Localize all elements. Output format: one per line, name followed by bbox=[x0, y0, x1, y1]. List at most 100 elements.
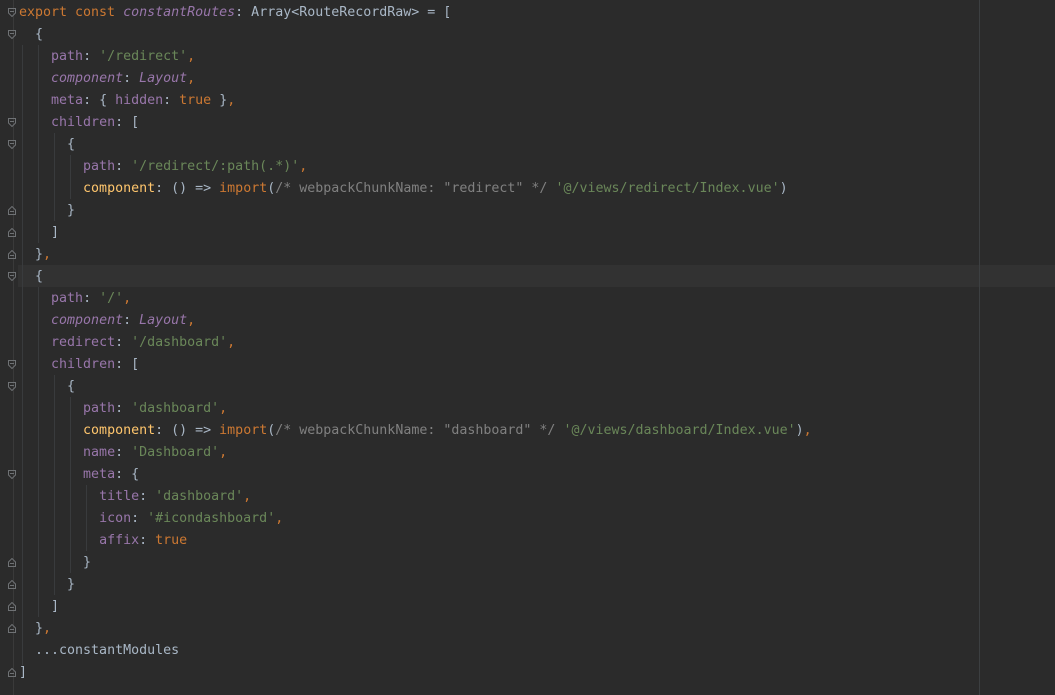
code-line-24[interactable]: icon: '#icondashboard', bbox=[19, 508, 283, 530]
type-annotation: : Array<RouteRecordRaw> = [ bbox=[235, 5, 452, 20]
gutter-separator bbox=[13, 0, 14, 695]
brace: { bbox=[67, 137, 76, 152]
boolean-value: true bbox=[179, 93, 212, 108]
string-value: 'dashboard' bbox=[155, 489, 244, 504]
fold-marker-icon[interactable] bbox=[8, 140, 16, 149]
fold-marker-icon[interactable] bbox=[8, 470, 16, 479]
code-line-21[interactable]: name: 'Dashboard', bbox=[19, 442, 227, 464]
property-key: redirect bbox=[51, 335, 116, 350]
code-line-15[interactable]: component: Layout, bbox=[19, 310, 195, 332]
code-line-29[interactable]: }, bbox=[19, 618, 51, 640]
code-line-12[interactable]: }, bbox=[19, 244, 51, 266]
code-line-1[interactable]: export const constantRoutes: Array<Route… bbox=[19, 2, 451, 24]
import-keyword: import bbox=[219, 423, 268, 438]
fold-marker-icon[interactable] bbox=[8, 206, 16, 215]
code-line-30[interactable]: ...constantModules bbox=[19, 640, 179, 662]
code-editor[interactable]: export const constantRoutes: Array<Route… bbox=[0, 0, 1055, 695]
bracket: ] bbox=[51, 599, 60, 614]
code-line-8[interactable]: path: '/redirect/:path(.*)', bbox=[19, 156, 307, 178]
string-value: '/' bbox=[99, 291, 124, 306]
string-value: '#icondashboard' bbox=[147, 511, 276, 526]
fold-marker-icon[interactable] bbox=[8, 360, 16, 369]
code-line-5[interactable]: meta: { hidden: true }, bbox=[19, 90, 235, 112]
property-key: children bbox=[51, 357, 116, 372]
code-line-6[interactable]: children: [ bbox=[19, 112, 139, 134]
code-line-25[interactable]: affix: true bbox=[19, 530, 187, 552]
fold-marker-icon[interactable] bbox=[8, 668, 16, 677]
fold-marker-icon[interactable] bbox=[8, 8, 16, 17]
arrow-function: () => bbox=[171, 181, 212, 196]
identifier-value: Layout bbox=[139, 313, 188, 328]
code-line-22[interactable]: meta: { bbox=[19, 464, 139, 486]
brace: } bbox=[35, 247, 44, 262]
boolean-value: true bbox=[155, 533, 188, 548]
current-line-highlight bbox=[0, 265, 1055, 287]
bracket: ] bbox=[19, 665, 28, 680]
spread-expression: ...constantModules bbox=[35, 643, 180, 658]
property-key: children bbox=[51, 115, 116, 130]
right-margin-guide bbox=[979, 0, 980, 695]
string-value: '@/views/redirect/Index.vue' bbox=[555, 181, 780, 196]
arrow-function: () => bbox=[171, 423, 212, 438]
code-line-17[interactable]: children: [ bbox=[19, 354, 139, 376]
code-line-20[interactable]: component: () => import(/* webpackChunkN… bbox=[19, 420, 812, 442]
fold-marker-icon[interactable] bbox=[8, 250, 16, 259]
property-key: hidden bbox=[115, 93, 164, 108]
brace: } bbox=[83, 555, 92, 570]
property-key: title bbox=[99, 489, 140, 504]
property-key: component bbox=[51, 313, 124, 328]
string-value: 'Dashboard' bbox=[131, 445, 220, 460]
string-value: '/dashboard' bbox=[131, 335, 228, 350]
fold-marker-icon[interactable] bbox=[8, 118, 16, 127]
fold-marker-icon[interactable] bbox=[8, 580, 16, 589]
fold-marker-icon[interactable] bbox=[8, 602, 16, 611]
code-line-9[interactable]: component: () => import(/* webpackChunkN… bbox=[19, 178, 788, 200]
brace: } bbox=[35, 621, 44, 636]
property-key: meta bbox=[51, 93, 84, 108]
property-key: meta bbox=[83, 467, 116, 482]
property-key: path bbox=[83, 401, 116, 416]
code-line-19[interactable]: path: 'dashboard', bbox=[19, 398, 227, 420]
code-line-3[interactable]: path: '/redirect', bbox=[19, 46, 195, 68]
fold-marker-icon[interactable] bbox=[8, 272, 16, 281]
code-line-16[interactable]: redirect: '/dashboard', bbox=[19, 332, 235, 354]
variable-name: constantRoutes bbox=[123, 5, 236, 20]
comment: /* webpackChunkName: "redirect" */ bbox=[275, 181, 548, 196]
code-line-23[interactable]: title: 'dashboard', bbox=[19, 486, 251, 508]
fold-marker-icon[interactable] bbox=[8, 624, 16, 633]
property-key: path bbox=[51, 291, 84, 306]
fold-marker-icon[interactable] bbox=[8, 382, 16, 391]
string-value: '@/views/dashboard/Index.vue' bbox=[563, 423, 796, 438]
property-key: component bbox=[83, 423, 156, 438]
brace: } bbox=[67, 577, 76, 592]
code-line-26[interactable]: } bbox=[19, 552, 91, 574]
property-key: name bbox=[83, 445, 116, 460]
string-value: '/redirect/:path(.*)' bbox=[131, 159, 300, 174]
code-line-31[interactable]: ] bbox=[19, 662, 27, 684]
bracket: [ bbox=[131, 357, 140, 372]
editor-gutter bbox=[0, 0, 18, 695]
fold-marker-icon[interactable] bbox=[8, 558, 16, 567]
brace: { bbox=[131, 467, 140, 482]
import-keyword: import bbox=[219, 181, 268, 196]
code-line-18[interactable]: { bbox=[19, 376, 75, 398]
code-line-27[interactable]: } bbox=[19, 574, 75, 596]
identifier-value: Layout bbox=[139, 71, 188, 86]
code-line-10[interactable]: } bbox=[19, 200, 75, 222]
brace: } bbox=[67, 203, 76, 218]
code-line-2[interactable]: { bbox=[19, 24, 43, 46]
code-line-13[interactable]: { bbox=[19, 266, 43, 288]
code-line-4[interactable]: component: Layout, bbox=[19, 68, 195, 90]
property-key: component bbox=[83, 181, 156, 196]
property-key: path bbox=[83, 159, 116, 174]
property-key: affix bbox=[99, 533, 140, 548]
fold-marker-icon[interactable] bbox=[8, 228, 16, 237]
code-line-11[interactable]: ] bbox=[19, 222, 59, 244]
code-line-28[interactable]: ] bbox=[19, 596, 59, 618]
fold-marker-icon[interactable] bbox=[8, 30, 16, 39]
code-line-7[interactable]: { bbox=[19, 134, 75, 156]
bracket: ] bbox=[51, 225, 60, 240]
brace: { bbox=[35, 269, 44, 284]
code-line-14[interactable]: path: '/', bbox=[19, 288, 131, 310]
string-value: 'dashboard' bbox=[131, 401, 220, 416]
